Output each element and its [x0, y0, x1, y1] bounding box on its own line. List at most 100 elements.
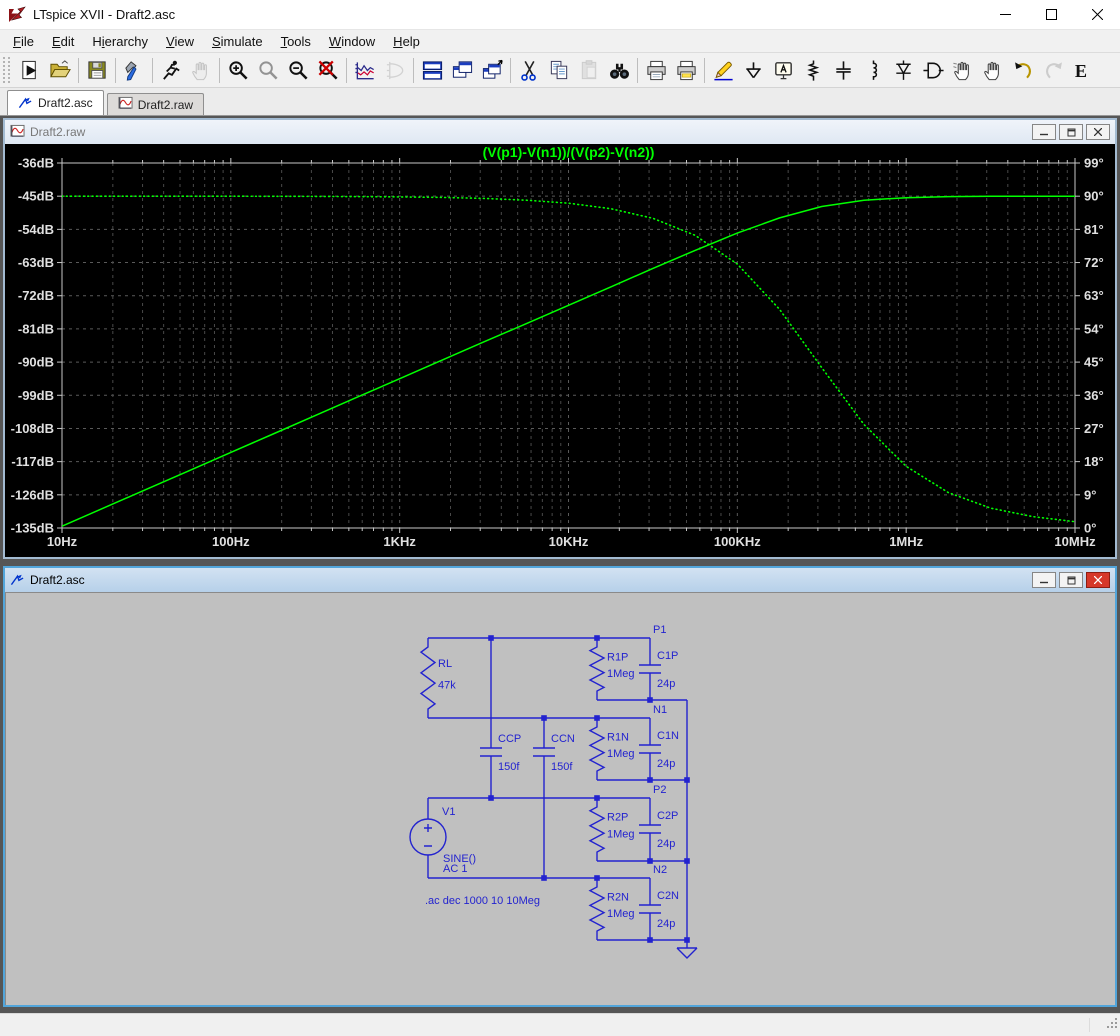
svg-text:V1: V1 — [442, 806, 455, 818]
minimize-button[interactable] — [982, 0, 1028, 30]
toolbar-zoom-area-button[interactable] — [223, 56, 253, 84]
svg-text:C2P: C2P — [657, 810, 678, 822]
tab-bar: Draft2.ascDraft2.raw — [0, 88, 1120, 116]
toolbar-print-button[interactable] — [641, 56, 671, 84]
toolbar-component-button[interactable] — [918, 56, 948, 84]
svg-text:-72dB: -72dB — [18, 288, 54, 303]
toolbar-copy-button[interactable] — [544, 56, 574, 84]
component-R2N[interactable]: R2N 1Meg — [590, 878, 635, 940]
toolbar-undo-button[interactable] — [1008, 56, 1038, 84]
svg-text:1Meg: 1Meg — [607, 908, 635, 920]
toolbar-run-document-button[interactable] — [15, 56, 45, 84]
svg-text:24p: 24p — [657, 758, 675, 770]
schematic-minimize-button[interactable] — [1032, 572, 1056, 588]
schematic-close-button[interactable] — [1086, 572, 1110, 588]
toolbar-ground-symbol-button[interactable] — [738, 56, 768, 84]
close-button[interactable] — [1074, 0, 1120, 30]
trace-expression-label[interactable]: (V(p1)-V(n1))/(V(p2)-V(n2)) — [483, 144, 655, 160]
toolbar-separator — [152, 58, 153, 83]
toolbar-arrange-windows-button[interactable] — [477, 56, 507, 84]
toolbar-diode-button[interactable] — [888, 56, 918, 84]
net-label-p2[interactable]: P2 — [653, 784, 666, 796]
toolbar-open-file-button[interactable] — [45, 56, 75, 84]
component-R2P[interactable]: R2P1Meg — [590, 798, 635, 861]
component-R1N[interactable]: R1N1Meg — [590, 718, 635, 780]
schematic-canvas[interactable]: RL47k R1P1Meg R1N1Meg R2P1Meg R2N 1Meg C1P24p C… — [5, 592, 1115, 1005]
component-C1P[interactable]: C1P24p — [639, 638, 678, 700]
waveform-window-titlebar[interactable]: Draft2.raw — [5, 120, 1115, 144]
toolbar-move-hand-button[interactable] — [978, 56, 1008, 84]
toolbar-tile-windows-button[interactable] — [417, 56, 447, 84]
svg-text:C1N: C1N — [657, 730, 679, 742]
svg-text:-81dB: -81dB — [18, 321, 54, 336]
menu-item-view[interactable]: View — [157, 32, 203, 51]
waveform-tab-icon — [10, 124, 25, 141]
svg-text:C2N: C2N — [657, 890, 679, 902]
toolbar-zoom-full-extents-button[interactable] — [313, 56, 343, 84]
toolbar-separator — [346, 58, 347, 83]
schematic-canvas-area[interactable]: RL47k R1P1Meg R1N1Meg R2P1Meg R2N 1Meg C1P24p C… — [5, 592, 1115, 1005]
tab-draft2-asc[interactable]: Draft2.asc — [7, 90, 104, 115]
bode-plot-area[interactable]: -36dB-45dB-54dB-63dB-72dB-81dB-90dB-99dB… — [5, 144, 1115, 557]
resize-grip[interactable] — [1106, 1016, 1118, 1034]
toolbar-inductor-button[interactable] — [858, 56, 888, 84]
toolbar-print-preview-button[interactable] — [671, 56, 701, 84]
menu-item-help[interactable]: Help — [384, 32, 429, 51]
status-bar-divider — [1089, 1018, 1090, 1032]
bode-plot-canvas[interactable]: -36dB-45dB-54dB-63dB-72dB-81dB-90dB-99dB… — [5, 144, 1115, 557]
waveform-window-title: Draft2.raw — [30, 125, 85, 139]
waveform-restore-button[interactable] — [1059, 124, 1083, 140]
toolbar-run-simulation-button[interactable] — [156, 56, 186, 84]
svg-text:45°: 45° — [1084, 355, 1104, 370]
toolbar-resistor-button[interactable] — [798, 56, 828, 84]
net-label-p1[interactable]: P1 — [653, 624, 666, 636]
toolbar-edit-wire-pencil-button[interactable] — [708, 56, 738, 84]
svg-text:72°: 72° — [1084, 255, 1104, 270]
component-R1P[interactable]: R1P1Meg — [590, 638, 635, 700]
toolbar-zoom-out-button[interactable] — [283, 56, 313, 84]
ground-symbol[interactable] — [677, 948, 697, 958]
toolbar-net-label-button[interactable] — [768, 56, 798, 84]
mdi-area: Draft2.raw -36dB-45dB-54dB-63dB-72dB-81d… — [0, 116, 1120, 1013]
spice-directive[interactable]: .ac dec 1000 10 10Meg — [425, 895, 540, 907]
maximize-button[interactable] — [1028, 0, 1074, 30]
ltspice-logo-icon — [7, 5, 27, 25]
menu-item-hierarchy[interactable]: Hierarchy — [83, 32, 157, 51]
svg-text:-126dB: -126dB — [11, 487, 54, 502]
net-label-n1[interactable]: N1 — [653, 704, 667, 716]
toolbar-separator — [510, 58, 511, 83]
component-RL[interactable]: RL47k — [421, 638, 456, 718]
svg-text:1MHz: 1MHz — [889, 534, 923, 549]
menu-item-simulate[interactable]: Simulate — [203, 32, 272, 51]
toolbar-drag-hand-button[interactable] — [948, 56, 978, 84]
toolbar-drag-handle[interactable] — [3, 57, 10, 83]
component-C2N[interactable]: C2N 24p — [639, 878, 679, 940]
component-C1N[interactable]: C1N 24p — [639, 718, 679, 780]
waveform-minimize-button[interactable] — [1032, 124, 1056, 140]
schematic-window-titlebar[interactable]: Draft2.asc — [5, 568, 1115, 592]
menu-item-window[interactable]: Window — [320, 32, 384, 51]
toolbar-edit-text-button[interactable]: E — [1068, 56, 1098, 84]
schematic-restore-button[interactable] — [1059, 572, 1083, 588]
toolbar-find-button[interactable] — [604, 56, 634, 84]
menu-item-edit[interactable]: Edit — [43, 32, 83, 51]
toolbar-separator — [115, 58, 116, 83]
menu-bar: FileEditHierarchyViewSimulateToolsWindow… — [0, 30, 1120, 52]
toolbar-control-panel-button[interactable] — [119, 56, 149, 84]
tab-draft2-raw[interactable]: Draft2.raw — [107, 93, 204, 115]
toolbar-cut-button[interactable] — [514, 56, 544, 84]
toolbar-capacitor-button[interactable] — [828, 56, 858, 84]
toolbar-cascade-windows-button[interactable] — [447, 56, 477, 84]
svg-text:24p: 24p — [657, 918, 675, 930]
toolbar-save-button[interactable] — [82, 56, 112, 84]
menu-item-file[interactable]: File — [4, 32, 43, 51]
net-label-n2[interactable]: N2 — [653, 864, 667, 876]
component-V1[interactable]: V1SINE()AC 1 — [410, 806, 476, 875]
menu-item-tools[interactable]: Tools — [272, 32, 320, 51]
component-C2P[interactable]: C2P24p — [639, 798, 678, 861]
svg-text:R2N: R2N — [607, 891, 629, 903]
waveform-close-button[interactable] — [1086, 124, 1110, 140]
svg-text:63°: 63° — [1084, 288, 1104, 303]
toolbar-plot-settings-button[interactable] — [350, 56, 380, 84]
svg-text:E: E — [1074, 61, 1086, 81]
